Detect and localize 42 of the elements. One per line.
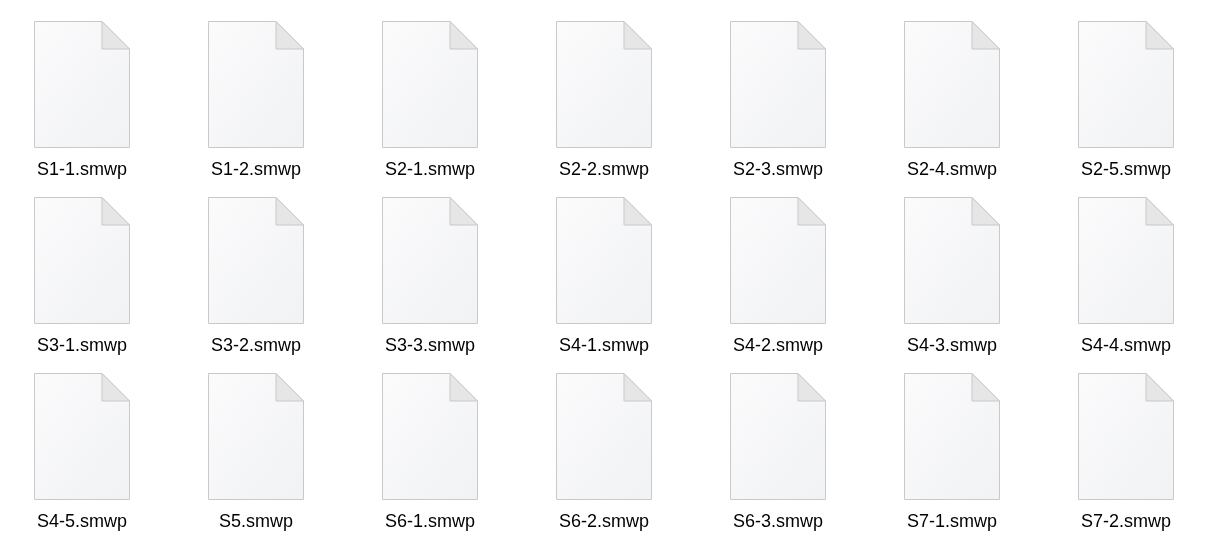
file-name[interactable]: S4-4.smwp [1081,334,1171,356]
file-icon[interactable] [904,197,1000,324]
file-name[interactable]: S2-5.smwp [1081,158,1171,180]
file-icon[interactable] [556,197,652,324]
file-icon[interactable] [556,21,652,148]
file-name[interactable]: S6-1.smwp [385,510,475,532]
file-name[interactable]: S7-1.smwp [907,510,997,532]
file-name[interactable]: S4-2.smwp [733,334,823,356]
file-name[interactable]: S1-1.smwp [37,158,127,180]
file-name[interactable]: S3-1.smwp [37,334,127,356]
file-icon[interactable] [904,21,1000,148]
file-name[interactable]: S3-3.smwp [385,334,475,356]
file-name[interactable]: S2-1.smwp [385,158,475,180]
file-icon[interactable] [34,373,130,500]
file-icon[interactable] [556,373,652,500]
file-name[interactable]: S6-3.smwp [733,510,823,532]
file-name[interactable]: S2-3.smwp [733,158,823,180]
file-icon[interactable] [1078,21,1174,148]
file-icon[interactable] [730,373,826,500]
file-icon[interactable] [1078,373,1174,500]
file-name[interactable]: S2-4.smwp [907,158,997,180]
file-icon[interactable] [382,373,478,500]
file-name[interactable]: S5.smwp [219,510,293,532]
file-name[interactable]: S4-3.smwp [907,334,997,356]
file-name[interactable]: S2-2.smwp [559,158,649,180]
file-icon[interactable] [730,21,826,148]
file-icon[interactable] [34,197,130,324]
file-icon[interactable] [382,197,478,324]
file-name[interactable]: S6-2.smwp [559,510,649,532]
file-icon[interactable] [34,21,130,148]
file-icon[interactable] [208,197,304,324]
file-icon[interactable] [208,21,304,148]
file-name[interactable]: S4-1.smwp [559,334,649,356]
file-icon[interactable] [382,21,478,148]
file-icon[interactable] [904,373,1000,500]
file-name[interactable]: S3-2.smwp [211,334,301,356]
file-icon[interactable] [730,197,826,324]
file-icon[interactable] [208,373,304,500]
file-icon[interactable] [1078,197,1174,324]
file-name[interactable]: S1-2.smwp [211,158,301,180]
file-name[interactable]: S4-5.smwp [37,510,127,532]
file-name[interactable]: S7-2.smwp [1081,510,1171,532]
